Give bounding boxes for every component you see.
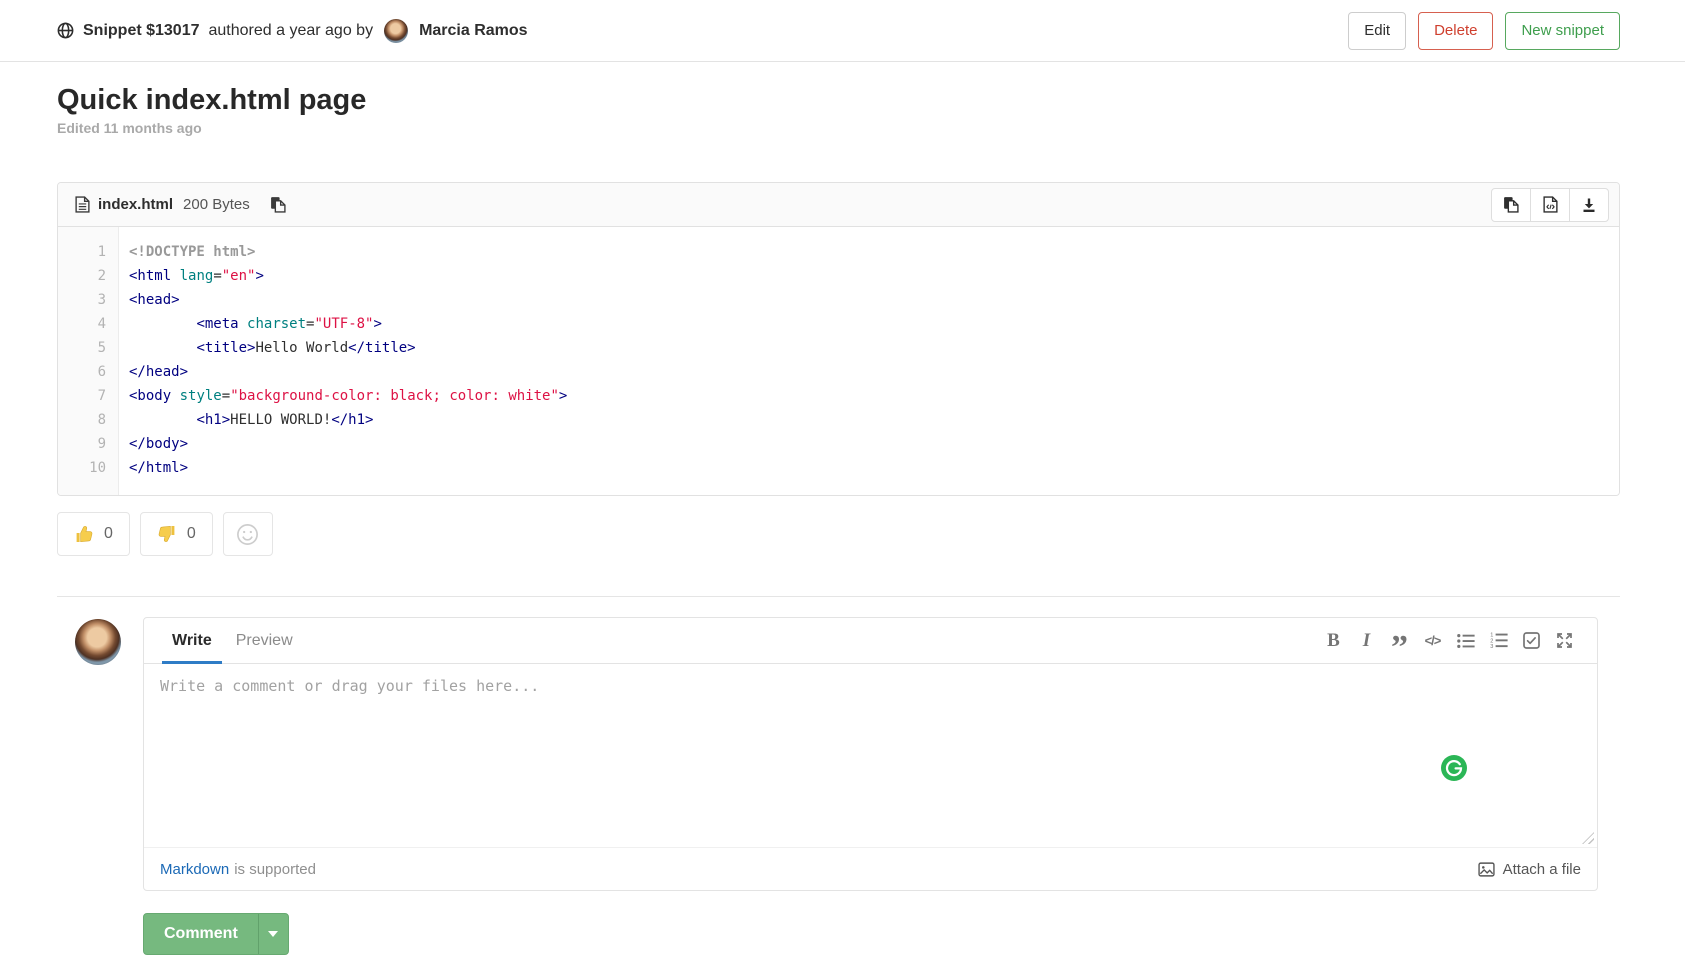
code-text: <!DOCTYPE html> (118, 240, 255, 264)
code-line: 8 <h1>HELLO WORLD!</h1> (58, 408, 1619, 432)
italic-icon[interactable]: I (1350, 626, 1383, 656)
attach-file-button[interactable]: Attach a file (1478, 861, 1581, 878)
line-number[interactable]: 1 (58, 240, 118, 264)
attach-file-label: Attach a file (1503, 861, 1581, 878)
page-title: Quick index.html page (57, 84, 1620, 116)
line-number[interactable]: 4 (58, 312, 118, 336)
markdown-supported-text: is supported (234, 861, 316, 878)
code-text: </head> (118, 360, 188, 384)
comment-editor-footer: Markdown is supported Attach a file (144, 847, 1597, 890)
markdown-link[interactable]: Markdown (160, 861, 229, 878)
snippet-meta: Snippet $13017 authored a year ago by Ma… (57, 19, 528, 43)
comment-button[interactable]: Comment (144, 914, 258, 954)
tab-write[interactable]: Write (160, 618, 224, 663)
comment-editor-header: Write Preview BI”</> 123 (144, 618, 1597, 664)
thumbs-up-button[interactable]: 0 (57, 512, 130, 556)
code-text: <meta charset="UTF-8"> (118, 312, 382, 336)
code-text: <body style="background-color: black; co… (118, 384, 567, 408)
code-text: </html> (118, 456, 188, 480)
line-number[interactable]: 7 (58, 384, 118, 408)
comment-form: Write Preview BI”</> 123 Markdown is supp… (57, 617, 1620, 891)
thumbs-down-button[interactable]: 0 (140, 512, 213, 556)
code-line: 7<body style="background-color: black; c… (58, 384, 1619, 408)
file-document-icon (75, 196, 90, 213)
main-content: Quick index.html page Edited 11 months a… (0, 62, 1685, 955)
download-icon[interactable] (1569, 188, 1609, 222)
edited-timestamp: Edited 11 months ago (57, 120, 1620, 136)
svg-text:3: 3 (1490, 644, 1493, 649)
code-line: 4 <meta charset="UTF-8"> (58, 312, 1619, 336)
code-line: 1<!DOCTYPE html> (58, 240, 1619, 264)
snippet-id: Snippet $13017 (83, 22, 200, 40)
comment-textarea[interactable] (144, 664, 1597, 847)
code-line: 2<html lang="en"> (58, 264, 1619, 288)
file-viewer: index.html 200 Bytes (57, 182, 1620, 496)
globe-icon (57, 22, 74, 39)
code-icon[interactable]: </> (1416, 626, 1449, 656)
line-number[interactable]: 3 (58, 288, 118, 312)
comment-body (144, 664, 1597, 847)
line-number[interactable]: 6 (58, 360, 118, 384)
code-line: 5 <title>Hello World</title> (58, 336, 1619, 360)
bulleted-list-icon[interactable] (1449, 626, 1482, 656)
file-title: index.html 200 Bytes (75, 196, 250, 213)
file-actions (1491, 188, 1609, 222)
code-text: <html lang="en"> (118, 264, 264, 288)
comment-options-dropdown[interactable] (258, 914, 288, 954)
edit-button[interactable]: Edit (1348, 12, 1406, 50)
code-line: 9</body> (58, 432, 1619, 456)
snippet-actions: Edit Delete New snippet (1348, 12, 1620, 50)
smiley-icon (236, 523, 259, 546)
authored-text: authored a year ago by (209, 22, 374, 40)
line-number[interactable]: 8 (58, 408, 118, 432)
author-name[interactable]: Marcia Ramos (419, 22, 528, 40)
copy-file-contents-icon[interactable] (270, 196, 286, 213)
snippet-top-bar: Snippet $13017 authored a year ago by Ma… (0, 0, 1685, 62)
chevron-down-icon (268, 931, 278, 937)
line-number[interactable]: 2 (58, 264, 118, 288)
line-number[interactable]: 5 (58, 336, 118, 360)
thumbs-up-count: 0 (104, 525, 113, 543)
code-text: <head> (118, 288, 180, 312)
tab-preview[interactable]: Preview (224, 618, 305, 663)
fullscreen-icon[interactable] (1548, 626, 1581, 656)
file-size: 200 Bytes (183, 196, 250, 213)
code-text: </body> (118, 432, 188, 456)
bold-icon[interactable]: B (1317, 626, 1350, 656)
code-block: 1<!DOCTYPE html>2<html lang="en">3<head>… (58, 227, 1619, 495)
editor-tabs: Write Preview (160, 618, 305, 663)
add-reaction-button[interactable] (223, 512, 273, 556)
thumbs-down-icon (157, 524, 177, 544)
comment-submit-split-button: Comment (143, 913, 289, 955)
code-line: 6</head> (58, 360, 1619, 384)
markdown-toolbar: BI”</> 123 (1317, 626, 1581, 656)
new-snippet-button[interactable]: New snippet (1505, 12, 1620, 50)
thumbs-down-count: 0 (187, 525, 196, 543)
copy-contents-icon[interactable] (1491, 188, 1531, 222)
award-emoji-row: 0 0 (57, 512, 1620, 556)
current-user-avatar (75, 619, 121, 665)
file-name: index.html (98, 196, 173, 213)
thumbs-up-icon (74, 524, 94, 544)
section-divider (57, 596, 1620, 597)
code-text: <title>Hello World</title> (118, 336, 416, 360)
file-header: index.html 200 Bytes (58, 183, 1619, 227)
line-number[interactable]: 10 (58, 456, 118, 480)
comment-editor: Write Preview BI”</> 123 Markdown is supp… (143, 617, 1598, 891)
code-line: 3<head> (58, 288, 1619, 312)
code-text: <h1>HELLO WORLD!</h1> (118, 408, 373, 432)
attach-file-icon (1478, 862, 1495, 877)
quote-icon[interactable]: ” (1383, 626, 1416, 656)
code-line: 10</html> (58, 456, 1619, 480)
grammarly-icon[interactable] (1441, 755, 1467, 781)
delete-button[interactable]: Delete (1418, 12, 1493, 50)
task-list-icon[interactable] (1515, 626, 1548, 656)
open-raw-icon[interactable] (1530, 188, 1570, 222)
author-avatar[interactable] (384, 19, 408, 43)
numbered-list-icon[interactable]: 123 (1482, 626, 1515, 656)
line-number[interactable]: 9 (58, 432, 118, 456)
